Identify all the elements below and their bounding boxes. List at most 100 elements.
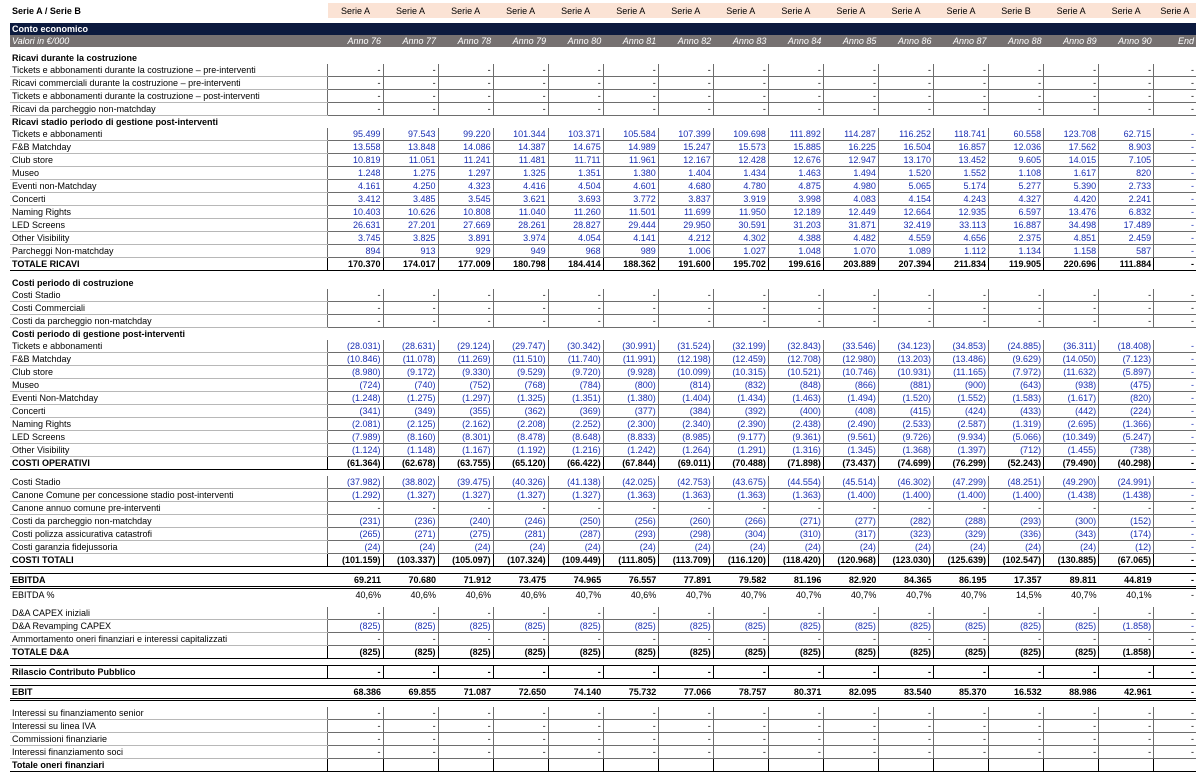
value-cell[interactable]: (24) [877,540,934,554]
value-cell[interactable]: (7.972) [988,365,1044,379]
row-label[interactable]: Parcheggi Non-matchday [10,244,328,258]
series-cell[interactable]: Serie A [1043,3,1099,18]
value-cell[interactable]: (45.514) [822,476,879,489]
value-cell[interactable]: 111.884 [1098,257,1154,271]
value-cell[interactable]: 60.558 [988,128,1044,141]
value-cell[interactable]: (820) [1098,391,1154,405]
value-cell[interactable]: - [602,501,659,515]
value-cell[interactable]: (47.299) [932,476,989,489]
value-cell[interactable]: 29.950 [657,218,714,232]
value-cell[interactable]: (1.248) [327,391,384,405]
value-cell[interactable]: - [327,64,384,77]
value-cell[interactable]: 4.559 [877,231,934,245]
value-cell[interactable]: (24) [712,540,769,554]
value-cell[interactable]: - [988,707,1044,720]
value-cell[interactable]: 107.399 [657,128,714,141]
value-cell[interactable]: - [382,301,439,315]
value-cell[interactable]: - [657,745,714,759]
value-cell[interactable]: - [547,102,604,116]
value-cell[interactable]: 3.693 [547,192,604,206]
value-cell[interactable]: 13.848 [382,140,439,154]
value-cell[interactable]: 40,6% [493,588,548,602]
value-cell[interactable]: 3.621 [492,192,549,206]
value-cell[interactable]: 11.699 [657,205,714,219]
value-cell[interactable]: (1.216) [547,443,604,457]
value-cell[interactable]: (825) [492,645,549,659]
row-label[interactable]: Club store [10,365,328,379]
value-cell[interactable]: (12) [1098,540,1154,554]
value-cell[interactable]: (1.192) [492,443,549,457]
value-cell[interactable]: 40,1% [1099,588,1154,602]
value-cell[interactable]: (1.167) [437,443,494,457]
value-cell[interactable]: 103.371 [547,128,604,141]
value-cell[interactable]: (2.587) [932,417,989,431]
value-cell[interactable]: - [437,102,494,116]
value-cell[interactable]: 177.009 [437,257,494,271]
value-cell[interactable]: 5.277 [988,179,1044,193]
value-cell[interactable]: 11.051 [382,153,439,167]
series-cell[interactable]: Serie A [933,3,989,18]
value-cell[interactable]: 10.808 [437,205,494,219]
value-cell[interactable]: - [547,76,604,90]
value-cell[interactable]: - [327,501,384,515]
row-label[interactable]: Ricavi da parcheggio non-matchday [10,102,328,116]
value-cell[interactable]: - [712,732,769,746]
value-cell[interactable]: - [1153,456,1196,470]
value-cell[interactable]: - [988,289,1044,302]
value-cell[interactable]: 30.591 [712,218,769,232]
value-cell[interactable]: 16.857 [932,140,989,154]
value-cell[interactable]: - [327,665,384,679]
value-cell[interactable]: (1.397) [932,443,989,457]
value-cell[interactable]: - [1153,153,1196,167]
value-cell[interactable] [1153,758,1196,772]
value-cell[interactable]: (881) [877,378,934,392]
value-cell[interactable]: (9.330) [437,365,494,379]
value-cell[interactable]: (1.463) [767,391,824,405]
value-cell[interactable]: - [822,89,879,103]
value-cell[interactable]: (24) [547,540,604,554]
row-label[interactable]: Costi polizza assicurativa catastrofi [10,527,328,541]
value-cell[interactable]: 894 [327,244,384,258]
row-label[interactable]: Costi da parcheggio non-matchday [10,514,328,528]
value-cell[interactable]: (900) [932,378,989,392]
value-cell[interactable]: - [492,301,549,315]
value-cell[interactable]: - [602,732,659,746]
value-cell[interactable]: - [547,301,604,315]
value-cell[interactable]: - [1043,301,1099,315]
value-cell[interactable]: (1.325) [492,391,549,405]
value-cell[interactable]: - [988,665,1044,679]
value-cell[interactable]: - [382,76,439,90]
value-cell[interactable]: - [822,719,879,733]
year-cell[interactable]: Anno 84 [768,35,824,47]
value-cell[interactable]: (12.708) [767,352,824,366]
value-cell[interactable]: - [602,707,659,720]
value-cell[interactable]: 11.501 [602,205,659,219]
value-cell[interactable]: (5.897) [1098,365,1154,379]
value-cell[interactable]: - [877,102,934,116]
value-cell[interactable]: (9.529) [492,365,549,379]
value-cell[interactable]: (825) [382,619,439,633]
value-cell[interactable]: (825) [877,645,934,659]
value-cell[interactable]: 195.702 [712,257,769,271]
value-cell[interactable]: - [602,289,659,302]
value-cell[interactable]: - [1153,553,1196,567]
value-cell[interactable]: 220.696 [1043,257,1099,271]
value-cell[interactable]: - [657,289,714,302]
value-cell[interactable]: (400) [767,404,824,418]
value-cell[interactable]: (41.138) [547,476,604,489]
series-cell[interactable]: Serie A [383,3,439,18]
value-cell[interactable]: (329) [932,527,989,541]
value-cell[interactable]: 26.631 [327,218,384,232]
value-cell[interactable]: - [492,102,549,116]
value-cell[interactable]: - [767,76,824,90]
value-cell[interactable]: - [492,745,549,759]
series-cell[interactable]: Serie A [548,3,604,18]
value-cell[interactable]: (67.844) [602,456,659,470]
value-cell[interactable]: - [1043,501,1099,515]
year-cell[interactable]: Anno 81 [603,35,659,47]
value-cell[interactable]: (11.165) [932,365,989,379]
value-cell[interactable]: (24) [767,540,824,554]
value-cell[interactable]: - [327,719,384,733]
value-cell[interactable]: (66.422) [547,456,604,470]
value-cell[interactable]: - [437,64,494,77]
